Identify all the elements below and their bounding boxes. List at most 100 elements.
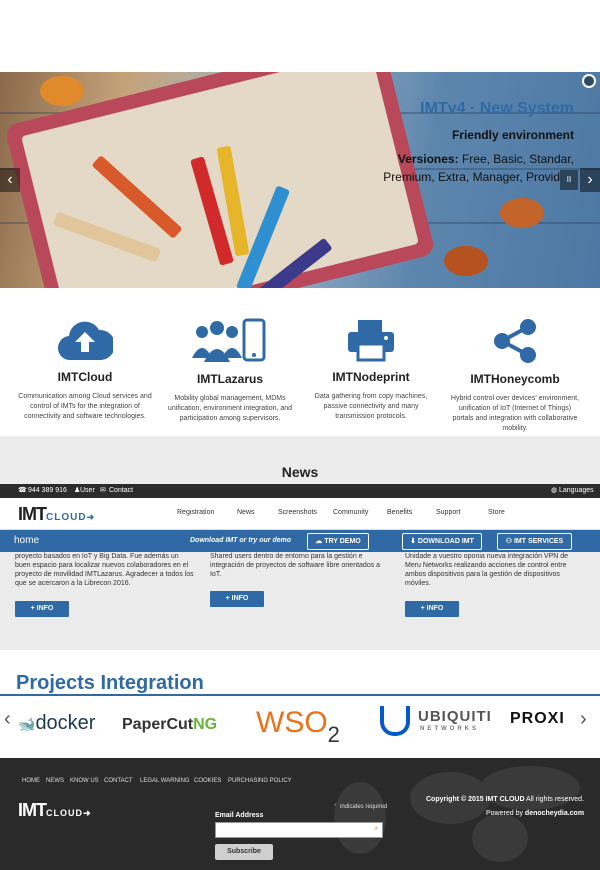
nav-item-support[interactable]: Support	[436, 509, 461, 516]
top-bar: ☎ 944 389 916 ♟ User ✉ Contact ◍ Languag…	[0, 484, 600, 498]
slider-pause-button[interactable]: II	[560, 170, 578, 190]
printer-icon	[348, 320, 394, 362]
news-info-button[interactable]: + INFO	[15, 601, 69, 617]
feature-title: IMTLazarus	[196, 372, 263, 386]
nav-item-news[interactable]: News	[237, 509, 255, 516]
services-label: IMT SERVICES	[513, 538, 564, 545]
required-asterisk-icon: *	[374, 825, 378, 835]
powered-prefix: Powered by	[486, 810, 525, 817]
hero-title: IMTv4 · New System	[420, 100, 574, 117]
feature-description: Hybrid control over devices' environment…	[450, 395, 580, 432]
footer-link-legal-warning[interactable]: LEGAL WARNING	[140, 778, 190, 784]
logo-cloud: CLOUD	[46, 512, 87, 523]
leaf-decoration	[444, 246, 488, 276]
services-icon: ⚇	[505, 538, 514, 545]
powered-by-link[interactable]: denocheydia.com	[525, 810, 584, 817]
flower-decoration	[40, 76, 84, 106]
slider-prev-button[interactable]: ‹	[0, 168, 20, 192]
hero-versions-line2: Premium, Extra, Manager, Provid	[383, 170, 560, 184]
hero-slider: IMTv4 · New System Friendly environment …	[0, 72, 600, 288]
download-imt-button[interactable]: ⬇ DOWNLOAD IMT	[402, 533, 482, 550]
cta-bar: home Download IMT or try our demo ☁ TRY …	[0, 530, 600, 552]
cloud-icon: ☁	[315, 538, 325, 545]
footer-link-know-us[interactable]: KNOW US	[70, 778, 99, 784]
papercut-logo[interactable]: PaperCutNG	[122, 716, 217, 734]
share-icon	[494, 319, 536, 363]
languages-link[interactable]: Languages	[559, 484, 594, 498]
copyright-text: Copyright © 2015 IMT CLOUD All rights re…	[426, 796, 584, 803]
news-item-text: proyecto basados en IoT y Big Data. Fue …	[15, 553, 194, 587]
feature-imtlazarus: IMTLazarus Mobility global management, M…	[155, 288, 305, 424]
logo-arrow-icon: ➜	[86, 512, 94, 522]
footer-logo-imt: IMT	[18, 800, 47, 820]
try-demo-button[interactable]: ☁ TRY DEMO	[307, 533, 369, 550]
footer-link-home[interactable]: HOME	[22, 778, 40, 784]
wso2-logo-suffix: 2	[327, 722, 340, 747]
slider-next-button[interactable]: ›	[580, 168, 600, 192]
footer-link-purchasing-policy[interactable]: PURCHASING POLICY	[228, 778, 292, 784]
phone-icon: ☎	[18, 487, 27, 494]
news-info-button[interactable]: + INFO	[210, 591, 264, 607]
wso2-logo-text: WSO	[256, 706, 328, 739]
projects-section: Projects Integration ‹ 🐋docker PaperCutN…	[0, 650, 600, 758]
required-note: indicates required	[340, 804, 388, 810]
nav-item-screenshots[interactable]: Screenshots	[278, 509, 317, 516]
imt-services-button[interactable]: ⚇ IMT SERVICES	[497, 533, 572, 550]
globe-icon: ◍	[551, 487, 558, 494]
feature-title: IMTCloud	[57, 370, 113, 384]
main-navbar: IMTCLOUD➜ Registration News Screenshots …	[0, 498, 600, 530]
feature-imthoneycomb: IMTHoneycomb Hybrid control over devices…	[440, 288, 590, 434]
cta-tagline: Download IMT or try our demo	[190, 537, 292, 544]
powered-by-text: Powered by denocheydia.com	[486, 810, 584, 817]
phone-number[interactable]: 944 389 916	[28, 484, 67, 498]
mail-icon: ✉	[100, 487, 106, 494]
footer-link-cookies[interactable]: COOKIES	[194, 778, 221, 784]
proxi-logo[interactable]: PROXI	[510, 710, 565, 728]
slider-progress-icon	[582, 74, 596, 88]
docker-logo[interactable]: 🐋docker	[18, 712, 95, 735]
carousel-prev-button[interactable]: ‹	[4, 708, 11, 731]
nav-item-community[interactable]: Community	[333, 509, 368, 516]
feature-title: IMTNodeprint	[332, 370, 410, 384]
news-item-text: Shared users dentro de entorno para la g…	[210, 553, 381, 578]
footer-link-contact[interactable]: CONTACT	[104, 778, 133, 784]
footer-link-news[interactable]: NEWS	[46, 778, 64, 784]
copyright-suffix: All rights reserved.	[524, 796, 585, 803]
user-link[interactable]: User	[80, 484, 95, 498]
email-input[interactable]: *	[215, 822, 383, 838]
ubiquiti-logo-subtext: NETWORKS	[420, 726, 479, 732]
copyright-prefix: Copyright © 2015 IMT CLOUD	[426, 796, 525, 803]
nav-item-store[interactable]: Store	[488, 509, 505, 516]
feature-title: IMTHoneycomb	[470, 372, 560, 386]
try-demo-label: TRY DEMO	[324, 538, 361, 545]
site-logo[interactable]: IMTCLOUD➜	[18, 504, 94, 525]
nav-item-registration[interactable]: Registration	[177, 509, 214, 516]
feature-description: Communication among Cloud services and c…	[18, 393, 152, 420]
download-label: DOWNLOAD IMT	[417, 538, 474, 545]
papercut-logo-suffix: NG	[193, 716, 218, 733]
download-icon: ⬇	[410, 538, 418, 545]
wso2-logo[interactable]: WSO2	[256, 706, 340, 747]
contact-link[interactable]: Contact	[109, 484, 133, 498]
versions-line1: Free, Basic, Standar,	[458, 152, 574, 166]
hero-versions: Versiones: Free, Basic, Standar,	[398, 152, 574, 166]
users-phone-icon	[192, 318, 266, 362]
ubiquiti-u-icon	[380, 706, 410, 736]
feature-description: Mobility global management, MDMs unifica…	[167, 395, 293, 422]
cloud-upload-icon	[58, 321, 113, 361]
nav-item-benefits[interactable]: Benefits	[387, 509, 412, 516]
feature-description: Data gathering from copy machines, passi…	[314, 393, 428, 420]
features-section: IMTCloud Communication among Cloud servi…	[0, 288, 600, 436]
home-label[interactable]: home	[14, 535, 39, 546]
subscribe-button[interactable]: Subscribe	[215, 844, 273, 860]
leaf-decoration	[500, 198, 544, 228]
footer-logo-cloud: CLOUD	[46, 808, 83, 818]
versions-label: Versiones:	[397, 152, 459, 166]
footer-logo[interactable]: IMTCLOUD➜	[18, 800, 90, 821]
projects-heading: Projects Integration	[16, 672, 204, 694]
carousel-next-button[interactable]: ›	[580, 708, 587, 731]
ubiquiti-logo-text: UBIQUITI	[418, 708, 492, 725]
news-info-button[interactable]: + INFO	[405, 601, 459, 617]
whale-icon: 🐋	[18, 716, 36, 732]
site-footer: HOME NEWS KNOW US CONTACT LEGAL WARNING …	[0, 758, 600, 870]
